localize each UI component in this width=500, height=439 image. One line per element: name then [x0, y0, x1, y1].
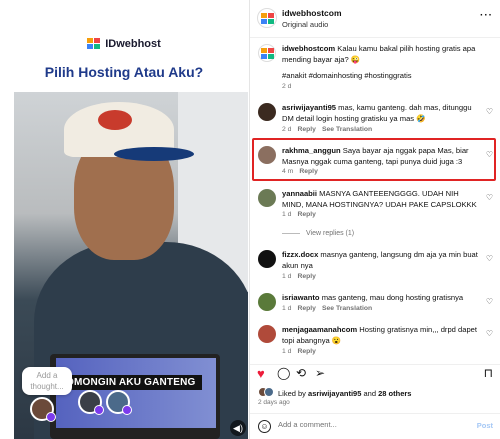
reply-button[interactable]: Reply: [297, 126, 316, 133]
reply-button[interactable]: Reply: [297, 305, 316, 312]
viewer-avatar[interactable]: [78, 390, 104, 415]
reply-button[interactable]: Reply: [297, 273, 316, 280]
heart-icon[interactable]: ♡: [486, 329, 493, 338]
avatar[interactable]: [257, 8, 277, 28]
laptop-screen: [56, 358, 216, 428]
comment-time: 1 d: [282, 305, 292, 312]
heart-icon[interactable]: ♡: [486, 297, 493, 306]
comment-username[interactable]: isriawanto: [282, 293, 320, 302]
comment-time: 1 d: [282, 273, 292, 280]
repost-icon[interactable]: ⟲: [296, 367, 306, 380]
viewer-avatar[interactable]: [106, 390, 132, 415]
comment-username[interactable]: asriwijayanti95: [282, 103, 336, 112]
comment-meta: 1 d Reply See Translation: [282, 305, 372, 312]
comment-username[interactable]: menjagaamanahcom: [282, 325, 357, 334]
avatar[interactable]: [258, 189, 276, 207]
comment-text: yannaabii MASNYA GANTEEENGGGG. UDAH NIH …: [282, 189, 478, 210]
liker-avatar: [264, 387, 274, 397]
comment-meta: 1 d Reply: [282, 273, 316, 280]
heart-icon[interactable]: ♡: [486, 193, 493, 202]
comment-body: mas ganteng, mau dong hosting gratisnya: [321, 293, 464, 302]
see-translation-button[interactable]: See Translation: [322, 126, 372, 133]
likes-and: and: [363, 389, 377, 398]
comment-text: rakhma_anggun Saya bayar aja nggak papa …: [282, 146, 478, 167]
action-bar: ♥ ◯ ⟲ ➢ ⊓: [250, 364, 500, 380]
comment-time: 1 d: [282, 348, 292, 355]
comment-text: isriawanto mas ganteng, mau dong hosting…: [282, 293, 478, 304]
likes-others[interactable]: 28 others: [378, 389, 411, 398]
comment-input[interactable]: [278, 420, 458, 429]
post-button[interactable]: Post: [477, 421, 493, 430]
comment-text: fizzx.docx masnya ganteng, langsung dm a…: [282, 250, 478, 271]
comment-text: menjagaamanahcom Hosting gratisnya min,,…: [282, 325, 478, 346]
replies-divider: [282, 232, 300, 234]
avatar[interactable]: [258, 44, 276, 62]
comment-username[interactable]: yannaabii: [282, 189, 317, 198]
app-root: IDwebhost Pilih Hosting Atau Aku? GOMONG…: [0, 0, 500, 439]
caption-username[interactable]: idwebhostcom: [282, 44, 335, 53]
comment-time: 4 m: [282, 168, 294, 175]
view-replies-label: View replies (1): [306, 230, 355, 237]
note-badge-icon: [122, 405, 132, 415]
see-translation-button[interactable]: See Translation: [322, 305, 372, 312]
likes-prefix: Liked by: [278, 389, 306, 398]
audio-label[interactable]: Original audio: [282, 20, 328, 29]
comment-meta: 4 m Reply: [282, 168, 318, 175]
mute-icon[interactable]: ◀): [230, 420, 246, 436]
comment-username[interactable]: fizzx.docx: [282, 250, 318, 259]
reply-button[interactable]: Reply: [297, 348, 316, 355]
post-age: 2 days ago: [258, 399, 290, 406]
caption-hashtags[interactable]: #anakit #domainhosting #hostinggratis: [282, 71, 478, 82]
comments-panel: idwebhostcom Original audio ··· idwebhos…: [249, 0, 500, 439]
video-headline: Pilih Hosting Atau Aku?: [44, 64, 204, 80]
comment-username[interactable]: rakhma_anggun: [282, 146, 341, 155]
add-thought-bubble[interactable]: Add a thought...: [22, 367, 72, 395]
note-badge-icon: [94, 405, 104, 415]
video-caption: GOMONGIN AKU GANTENG: [52, 375, 202, 390]
save-bookmark-icon[interactable]: ⊓: [484, 367, 493, 380]
comment-text: asriwijayanti95 mas, kamu ganteng. dah m…: [282, 103, 478, 124]
comment-composer: ☺ Post: [250, 413, 500, 439]
heart-icon[interactable]: ♡: [486, 150, 493, 159]
more-options-icon[interactable]: ···: [480, 10, 493, 21]
caption-time: 2 d: [282, 83, 292, 90]
emoji-icon[interactable]: ☺: [258, 420, 271, 433]
avatar[interactable]: [258, 250, 276, 268]
heart-icon[interactable]: ♡: [486, 107, 493, 116]
post-author[interactable]: idwebhostcom: [282, 8, 342, 18]
comment-meta: 2 d Reply See Translation: [282, 126, 372, 133]
cap-brim: [114, 147, 194, 161]
caption-text: idwebhostcom Kalau kamu bakal pilih host…: [282, 44, 478, 65]
like-heart-icon[interactable]: ♥: [257, 367, 265, 380]
brand-logo-icon: [87, 38, 101, 50]
avatar[interactable]: [258, 293, 276, 311]
likes-summary[interactable]: Liked by asriwijayanti95 and 28 others: [278, 389, 411, 398]
comment-time: 2 d: [282, 126, 292, 133]
avatar[interactable]: [258, 146, 276, 164]
comment-meta: 1 d Reply: [282, 211, 316, 218]
brand-name: IDwebhost: [105, 38, 161, 50]
note-badge-icon: [46, 412, 56, 422]
liker-username[interactable]: asriwijayanti95: [308, 389, 361, 398]
comment-time: 1 d: [282, 211, 292, 218]
heart-icon[interactable]: ♡: [486, 254, 493, 263]
comment-icon[interactable]: ◯: [277, 367, 290, 380]
avatar[interactable]: [258, 325, 276, 343]
post-header: idwebhostcom Original audio ···: [250, 0, 500, 38]
reply-button[interactable]: Reply: [299, 168, 318, 175]
share-icon[interactable]: ➢: [315, 367, 325, 380]
brand-logo: IDwebhost: [0, 38, 248, 50]
avatar[interactable]: [258, 103, 276, 121]
viewer-avatar[interactable]: [30, 397, 56, 422]
reply-button[interactable]: Reply: [297, 211, 316, 218]
post-media-panel: IDwebhost Pilih Hosting Atau Aku? GOMONG…: [0, 0, 248, 439]
view-replies-button[interactable]: View replies (1): [282, 230, 354, 237]
cap-patch: [98, 110, 132, 130]
comment-meta: 1 d Reply: [282, 348, 316, 355]
